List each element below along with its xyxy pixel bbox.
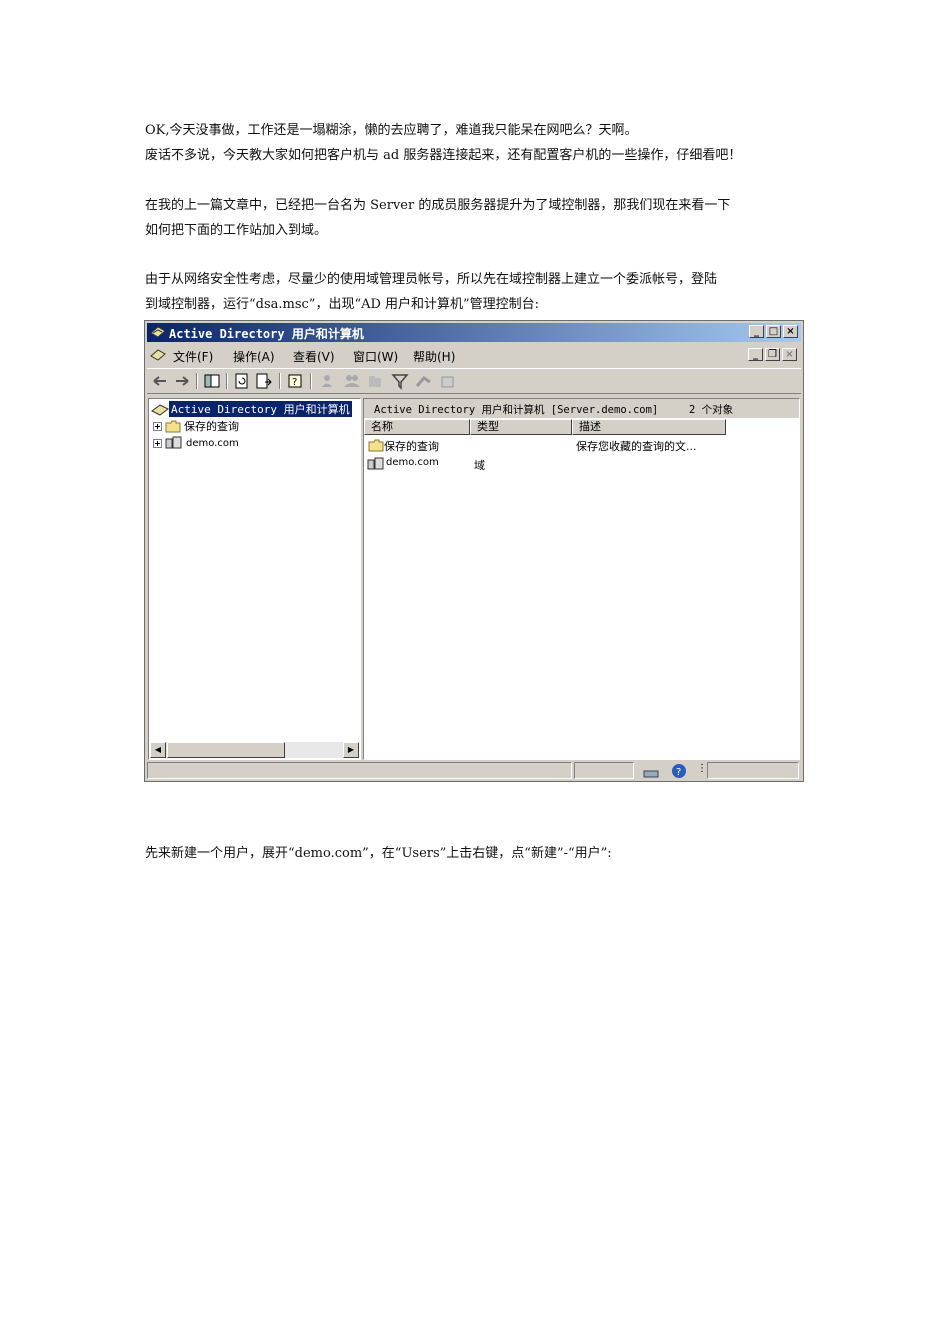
menu-view[interactable]: 查看(V) bbox=[293, 348, 335, 365]
menu-bar: 文件(F) 操作(A) 查看(V) 窗口(W) 帮助(H) _ ❐ × bbox=[147, 344, 801, 366]
new-user-icon[interactable] bbox=[319, 372, 337, 390]
minimize-button[interactable]: _ bbox=[749, 325, 764, 338]
expand-icon[interactable] bbox=[153, 421, 162, 431]
toolbar: ? bbox=[147, 368, 801, 394]
scroll-thumb[interactable] bbox=[167, 742, 285, 758]
mdi-restore-button[interactable]: ❐ bbox=[765, 348, 780, 361]
menu-window[interactable]: 窗口(W) bbox=[353, 348, 398, 365]
status-panel bbox=[707, 762, 799, 779]
export-list-icon[interactable] bbox=[255, 372, 273, 390]
toolbar-separator bbox=[310, 373, 312, 389]
column-name[interactable]: 名称 bbox=[364, 419, 470, 435]
tree-pane: Active Directory 用户和计算机 保存的查询 demo.com ◀… bbox=[148, 398, 361, 760]
toolbar-separator bbox=[279, 373, 281, 389]
item-type: 域 bbox=[474, 459, 485, 472]
domain-icon bbox=[165, 436, 182, 449]
svg-text:?: ? bbox=[292, 377, 297, 388]
scroll-right-button[interactable]: ▶ bbox=[343, 742, 359, 758]
context-line-2: 如何把下面的工作站加入到域。 bbox=[145, 223, 328, 238]
expand-icon[interactable] bbox=[153, 438, 162, 448]
mdi-close-button[interactable]: × bbox=[782, 348, 797, 361]
toolbar-separator bbox=[226, 373, 228, 389]
mmc-icon[interactable] bbox=[150, 347, 166, 362]
tree-item-label: 保存的查询 bbox=[184, 420, 239, 433]
column-description[interactable]: 描述 bbox=[572, 419, 726, 435]
network-icon bbox=[643, 770, 659, 778]
status-bar: ? ⋮ bbox=[147, 761, 801, 781]
help-icon[interactable]: ? bbox=[287, 372, 305, 390]
item-name: 保存的查询 bbox=[384, 440, 439, 453]
new-group-icon[interactable] bbox=[343, 372, 361, 390]
window-titlebar[interactable]: Active Directory 用户和计算机 _ □ × bbox=[147, 323, 801, 342]
resize-grip-icon[interactable]: ⋮ bbox=[697, 763, 707, 774]
tree-item-label: demo.com bbox=[186, 437, 239, 449]
context-line-1: 在我的上一篇文章中，已经把一台名为 Server 的成员服务器提升为了域控制器，… bbox=[145, 198, 731, 213]
status-panel bbox=[574, 762, 634, 779]
item-name: demo.com bbox=[386, 457, 439, 468]
item-description: 保存您收藏的查询的文... bbox=[576, 440, 697, 453]
details-path: Active Directory 用户和计算机 [Server.demo.com… bbox=[374, 404, 659, 416]
ad-root-icon bbox=[151, 403, 169, 416]
ad-console-icon bbox=[150, 326, 166, 338]
close-button[interactable]: × bbox=[783, 325, 798, 338]
intro-line-1: OK,今天没事做，工作还是一塌糊涂，懒的去应聘了，难道我只能呆在网吧么？天啊。 bbox=[145, 123, 638, 138]
tree-item-domain[interactable]: demo.com bbox=[153, 435, 239, 451]
folder-icon bbox=[165, 420, 181, 432]
show-tree-icon[interactable] bbox=[203, 372, 221, 390]
menu-help[interactable]: 帮助(H) bbox=[413, 348, 455, 365]
list-item[interactable]: 保存的查询 保存您收藏的查询的文... bbox=[364, 437, 799, 454]
security-line-1: 由于从网络安全性考虑，尽量少的使用域管理员帐号，所以先在域控制器上建立一个委派帐… bbox=[145, 272, 718, 287]
next-step-paragraph: 先来新建一个用户，展开“demo.com”，在“Users”上击右键，点“新建”… bbox=[145, 841, 612, 866]
folder-icon bbox=[368, 439, 384, 452]
tree-horizontal-scrollbar[interactable]: ◀ ▶ bbox=[150, 742, 359, 758]
domain-icon bbox=[367, 457, 384, 470]
status-panel bbox=[147, 762, 572, 779]
column-headers: 名称 类型 描述 bbox=[364, 419, 799, 435]
context-paragraph: 在我的上一篇文章中，已经把一台名为 Server 的成员服务器提升为了域控制器，… bbox=[145, 193, 730, 243]
details-pane: Active Directory 用户和计算机 [Server.demo.com… bbox=[363, 398, 800, 760]
column-type[interactable]: 类型 bbox=[470, 419, 572, 435]
intro-paragraph: OK,今天没事做，工作还是一塌糊涂，懒的去应聘了，难道我只能呆在网吧么？天啊。 … bbox=[145, 118, 741, 168]
window-title: Active Directory 用户和计算机 bbox=[169, 327, 364, 341]
menu-file[interactable]: 文件(F) bbox=[173, 348, 213, 365]
details-header: Active Directory 用户和计算机 [Server.demo.com… bbox=[364, 399, 799, 418]
back-arrow-icon[interactable] bbox=[151, 372, 169, 390]
tree-root-label: Active Directory 用户和计算机 bbox=[169, 401, 352, 417]
mdi-minimize-button[interactable]: _ bbox=[748, 348, 763, 361]
tree-item-saved-queries[interactable]: 保存的查询 bbox=[153, 418, 239, 434]
object-count: 2 个对象 bbox=[689, 404, 734, 416]
intro-line-2: 废话不多说，今天教大家如何把客户机与 ad 服务器连接起来，还有配置客户机的一些… bbox=[145, 148, 742, 163]
add-to-group-icon[interactable] bbox=[439, 372, 457, 390]
svg-text:?: ? bbox=[676, 767, 681, 778]
next-step-line: 先来新建一个用户，展开“demo.com”，在“Users”上击右键，点“新建”… bbox=[145, 846, 612, 861]
forward-arrow-icon[interactable] bbox=[173, 372, 191, 390]
help-circle-icon[interactable]: ? bbox=[671, 763, 687, 779]
maximize-button[interactable]: □ bbox=[766, 325, 781, 338]
ad-console-window: Active Directory 用户和计算机 _ □ × 文件(F) 操作(A… bbox=[144, 320, 804, 782]
security-line-2: 到域控制器，运行“dsa.msc”，出现“AD 用户和计算机”管理控制台: bbox=[145, 297, 540, 312]
scroll-left-button[interactable]: ◀ bbox=[150, 742, 166, 758]
filter-icon[interactable] bbox=[391, 372, 409, 390]
menu-action[interactable]: 操作(A) bbox=[233, 348, 275, 365]
tree-root[interactable]: Active Directory 用户和计算机 bbox=[151, 401, 352, 417]
toolbar-separator bbox=[196, 373, 198, 389]
list-item[interactable]: demo.com 域 bbox=[364, 456, 799, 473]
find-icon[interactable] bbox=[415, 372, 433, 390]
security-paragraph: 由于从网络安全性考虑，尽量少的使用域管理员帐号，所以先在域控制器上建立一个委派帐… bbox=[145, 267, 717, 317]
new-ou-icon[interactable] bbox=[367, 372, 385, 390]
refresh-icon[interactable] bbox=[233, 372, 251, 390]
